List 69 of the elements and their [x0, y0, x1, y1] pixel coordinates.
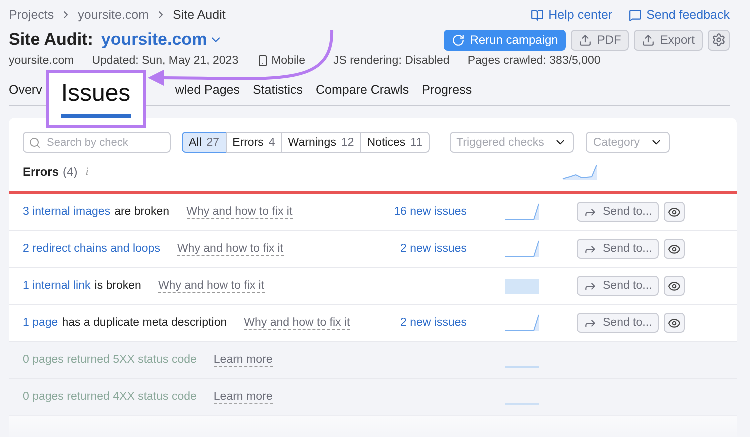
section-count: (4) [63, 165, 78, 179]
breadcrumb-link[interactable]: Projects [9, 8, 54, 22]
issue-text: has a duplicate meta description [62, 317, 228, 329]
js-rendering: JS rendering: Disabled [333, 55, 450, 67]
issue-link[interactable]: 2 redirect chains and loops [23, 243, 160, 255]
chat-icon [628, 8, 642, 22]
issue-link[interactable]: 3 internal images [23, 206, 111, 218]
view-button[interactable] [664, 276, 686, 296]
send-to-button[interactable]: Send to... [577, 239, 660, 259]
eye-icon [668, 316, 682, 330]
help-link[interactable]: Why and how to fix it [186, 206, 293, 218]
send-to-button[interactable]: Send to... [577, 276, 660, 296]
eye-icon [668, 206, 682, 218]
filter-tab[interactable]: All 27 [182, 132, 227, 153]
tab[interactable]: Overv [9, 83, 42, 97]
new-issues-link[interactable]: 2 new issues [400, 243, 467, 255]
issue-text: is broken [94, 280, 142, 292]
send-to-button[interactable]: Send to... [577, 202, 660, 222]
issue-text: 0 pages returned 5XX status code [23, 354, 197, 366]
trend-sparkline [562, 165, 598, 181]
view-button[interactable] [664, 239, 686, 259]
tab[interactable]: wled Pages [175, 83, 240, 97]
eye-icon [668, 242, 682, 256]
upload-icon [642, 34, 656, 46]
breadcrumb-link[interactable]: Site Audit [173, 8, 226, 22]
updated-date: Updated: Sun, May 21, 2023 [92, 55, 239, 67]
new-issues-link[interactable]: 2 new issues [400, 317, 467, 329]
breadcrumb-link[interactable]: yoursite.com [78, 8, 150, 22]
issue-text: are broken [114, 206, 170, 218]
tab[interactable]: Statistics [252, 83, 303, 97]
refresh-icon [452, 34, 466, 46]
rerun-button[interactable]: Rerun campaign [444, 30, 566, 50]
search-field[interactable]: Search by check [23, 132, 171, 153]
book-icon [530, 8, 544, 22]
help-link[interactable]: Why and how to fix it [244, 316, 350, 330]
help-link[interactable]: Why and how to fix it [158, 280, 265, 292]
device-label: Mobile [272, 55, 306, 67]
help-link[interactable]: Learn more [214, 390, 273, 404]
view-button[interactable] [664, 313, 686, 333]
help-link[interactable]: Why and how to fix it [177, 242, 284, 256]
view-button[interactable] [664, 202, 686, 222]
project-dropdown[interactable]: yoursite.com [101, 30, 224, 50]
filter-tab[interactable]: Errors 4 [226, 132, 282, 153]
issue-link[interactable]: 1 internal link [23, 280, 91, 292]
help-center-link[interactable]: Help center [530, 8, 613, 22]
tab[interactable]: Progress [422, 83, 472, 97]
filter-tab[interactable]: Warnings 12 [281, 132, 362, 153]
info-icon[interactable]: i [86, 166, 89, 178]
issue-text: 0 pages returned 4XX status code [23, 391, 197, 403]
eye-icon [668, 280, 682, 292]
section-title: Errors [23, 165, 60, 179]
filter-tab[interactable]: Notices 11 [360, 132, 430, 153]
issue-link[interactable]: 1 page [23, 317, 58, 329]
pdf-button[interactable]: PDF [571, 30, 630, 50]
pages-crawled: Pages crawled: 383/5,000 [468, 55, 601, 67]
page-title: Site Audit: [9, 30, 94, 50]
settings-icon [712, 33, 726, 47]
help-link[interactable]: Learn more [214, 354, 273, 366]
phone-icon [256, 55, 269, 67]
export-button[interactable]: Export [634, 30, 703, 50]
send-to-button[interactable]: Send to... [577, 313, 660, 333]
callout-label: Issues [61, 80, 131, 118]
new-issues-link[interactable]: 16 new issues [394, 206, 467, 218]
site-domain: yoursite.com [9, 55, 74, 67]
tab[interactable]: Compare Crawls [316, 83, 410, 97]
settings-button[interactable] [708, 30, 730, 50]
search-icon [29, 137, 41, 149]
feedback-link[interactable]: Send feedback [628, 8, 730, 22]
upload-icon [579, 34, 592, 46]
